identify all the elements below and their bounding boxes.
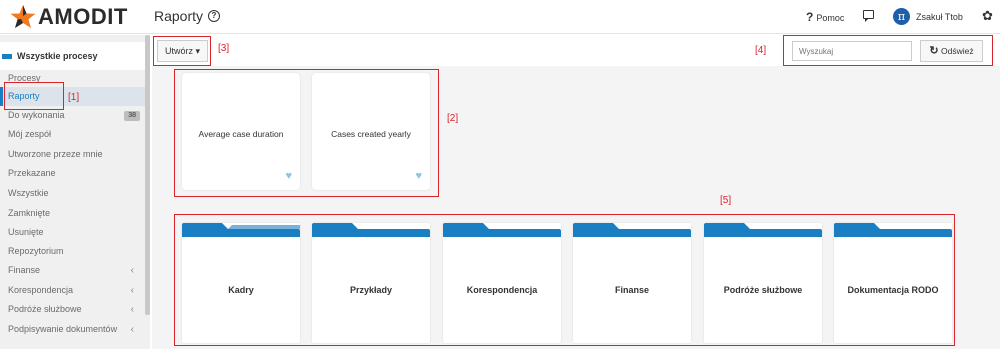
annotation-box-4 — [783, 35, 993, 66]
sidebar-item-label: Podpisywanie dokumentów — [8, 324, 118, 334]
page-title: Raporty — [154, 8, 204, 24]
sidebar-item-wszystkie[interactable]: Wszystkie — [0, 184, 146, 203]
annotation-box-1 — [4, 82, 64, 110]
annotation-box-3 — [153, 36, 211, 66]
annotation-box-2 — [174, 69, 439, 197]
sidebar-item-przekazane[interactable]: Przekazane — [0, 164, 146, 183]
sidebar-item-label: Wszystkie — [8, 188, 49, 198]
gear-icon[interactable]: ✿ — [982, 8, 993, 24]
chevron-left-icon: ‹ — [130, 265, 134, 276]
sidebar-item-label: Korespondencja — [8, 285, 74, 295]
chevron-left-icon: ‹ — [130, 324, 134, 335]
star-logo-icon — [10, 5, 36, 28]
sidebar-section-label: Wszystkie procesy — [17, 51, 98, 61]
sidebar-item-label: Usunięte — [8, 227, 44, 237]
user-name[interactable]: Zsakuł Ttob — [916, 12, 963, 22]
sidebar-item-repozytorium[interactable]: Repozytorium — [0, 242, 146, 261]
sidebar-item-moj-zespol[interactable]: Mój zespół — [0, 125, 146, 144]
question-mark-icon: ? — [806, 10, 814, 24]
sidebar-item-label: Podróże służbowe — [8, 304, 82, 314]
annotation-label-4: [4] — [755, 45, 767, 56]
amodit-logo[interactable]: AMODIT — [10, 4, 128, 29]
annotation-label-5: [5] — [720, 195, 732, 206]
sidebar-item-zamkniete[interactable]: Zamknięte — [0, 204, 146, 223]
sidebar-item-label: Do wykonania — [8, 110, 65, 120]
chevron-left-icon: ‹ — [130, 304, 134, 315]
annotation-label-2: [2] — [447, 113, 459, 124]
sidebar-item-label: Mój zespół — [8, 129, 52, 139]
help-label: Pomoc — [816, 13, 845, 23]
help-link[interactable]: ? Pomoc — [806, 10, 844, 24]
sidebar-item-label: Przekazane — [8, 168, 56, 178]
avatar[interactable]: π — [893, 8, 910, 25]
sidebar-item-podpisywanie[interactable]: Podpisywanie dokumentów ‹ — [0, 320, 146, 339]
sidebar-item-label: Utworzone przeze mnie — [8, 149, 103, 159]
count-badge: 38 — [124, 111, 140, 121]
chevron-left-icon: ‹ — [130, 285, 134, 296]
sidebar-scrollbar[interactable] — [145, 35, 150, 315]
annotation-box-5 — [174, 214, 955, 346]
sidebar-item-label: Finanse — [8, 265, 41, 275]
sidebar-item-label: Repozytorium — [8, 246, 64, 256]
annotation-label-3: [3] — [218, 43, 230, 54]
sidebar-item-finanse[interactable]: Finanse ‹ — [0, 261, 146, 280]
logo-text: AMODIT — [38, 4, 128, 29]
sidebar-item-label: Zamknięte — [8, 208, 51, 218]
sidebar-item-korespondencja[interactable]: Korespondencja ‹ — [0, 281, 146, 300]
sidebar-item-utworzone[interactable]: Utworzone przeze mnie — [0, 145, 146, 164]
section-indicator — [2, 53, 12, 59]
top-bar: AMODIT Raporty ? ? Pomoc π Zsakuł Ttob ✿ — [0, 0, 1000, 34]
chat-icon[interactable] — [863, 10, 874, 22]
help-circle-icon[interactable]: ? — [208, 10, 220, 22]
sidebar-section-header[interactable]: Wszystkie procesy — [0, 42, 150, 70]
sidebar-item-podroze[interactable]: Podróże służbowe ‹ — [0, 300, 146, 319]
sidebar-item-usuniete[interactable]: Usunięte — [0, 223, 146, 242]
annotation-label-1: [1] — [68, 92, 80, 103]
